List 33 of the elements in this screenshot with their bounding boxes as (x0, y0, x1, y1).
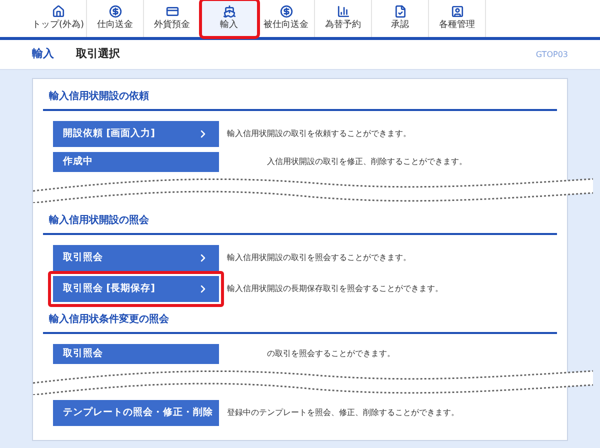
menu-button[interactable]: 開設依頼 [画面入力] (53, 121, 219, 147)
coin-icon (280, 4, 292, 18)
description: 登録中のテンプレートを照会、修正、削除することができます。 (227, 407, 459, 419)
menu-button[interactable]: 取引照会 [長期保存] (53, 276, 219, 302)
nav-tab[interactable]: 輸入 (201, 0, 258, 37)
section-title: 輸入信用状条件変更の照会 (43, 306, 557, 334)
user-card-icon (450, 4, 464, 18)
screen-id: GTOP03 (536, 48, 568, 60)
menu-button[interactable]: 作成中 (53, 152, 219, 172)
breadcrumb-category: 輸入 (32, 46, 54, 62)
menu-button[interactable]: 取引照会 (53, 344, 219, 364)
description: 輸入信用状開設の取引を照会することができます。 (227, 252, 411, 264)
nav-tab[interactable]: 為替予約 (315, 0, 372, 37)
document-icon (394, 4, 406, 18)
section-title: 輸入信用状開設の依頼 (43, 83, 557, 111)
card-icon (166, 4, 178, 18)
description: 入信用状開設の取引を修正、削除することができます。 (267, 156, 467, 168)
description: 輸入信用状開設の取引を依頼することができます。 (227, 128, 411, 140)
description: の取引を照会することができます。 (267, 348, 395, 360)
nav-tab[interactable]: 各種管理 (429, 0, 486, 37)
page-title: 取引選択 (76, 46, 120, 62)
coin-icon (108, 4, 122, 18)
section-title: 輸入信用状開設の照会 (43, 207, 557, 235)
menu-button[interactable]: テンプレートの照会・修正・削除 (53, 400, 219, 426)
nav-tab[interactable]: トップ(外為) (30, 0, 87, 37)
nav-tab[interactable]: 承認 (372, 0, 429, 37)
menu-button[interactable]: 取引照会 (53, 245, 219, 271)
nav-tab[interactable]: 仕向送金 (87, 0, 144, 37)
description: 輸入信用状開設の長期保存取引を照会することができます。 (227, 283, 443, 295)
ship-icon (222, 4, 236, 18)
home-icon (52, 4, 64, 18)
chart-icon (336, 4, 350, 18)
nav-tab[interactable]: 被仕向送金 (258, 0, 315, 37)
